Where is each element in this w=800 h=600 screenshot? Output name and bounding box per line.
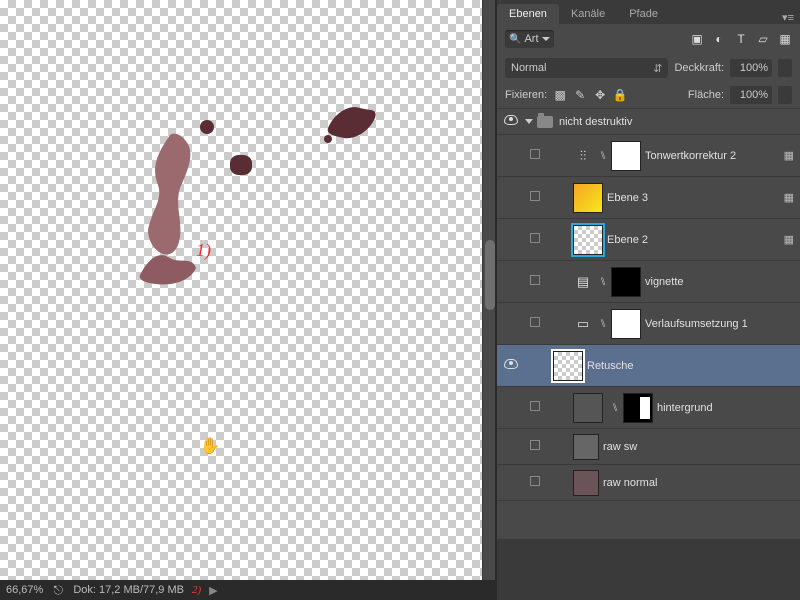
lock-all-icon[interactable]: 🔒 xyxy=(613,88,627,102)
lock-move-icon[interactable]: ✥ xyxy=(593,88,607,102)
levels-icon: ⫶⫶ xyxy=(573,148,593,164)
layer-row[interactable]: ⫶⫶ ⑊ Tonwertkorrektur 2 ▦ xyxy=(497,135,800,177)
visibility-toggle[interactable] xyxy=(525,275,545,288)
advanced-blend-icon[interactable]: ▦ xyxy=(784,149,794,162)
annotation-2: 2) xyxy=(192,584,201,596)
folder-icon xyxy=(537,116,553,128)
panel-footer xyxy=(497,540,800,600)
doc-size: Dok: 17,2 MB/77,9 MB xyxy=(73,584,184,596)
tab-layers[interactable]: Ebenen xyxy=(497,4,559,24)
layers-panel: Ebenen Kanäle Pfade ▾≡ 🔍 Art ▣ ◐ T ▱ ▦ N… xyxy=(496,0,800,600)
advanced-blend-icon[interactable]: ▦ xyxy=(784,191,794,204)
fill-label: Fläche: xyxy=(688,89,724,101)
fill-input[interactable]: 100% xyxy=(730,86,772,104)
link-icon[interactable]: ⑊ xyxy=(609,402,621,414)
layer-thumb[interactable] xyxy=(573,393,603,423)
smart-object-thumb[interactable] xyxy=(573,470,599,496)
search-icon: 🔍 xyxy=(509,34,521,45)
layer-filter-type[interactable]: 🔍 Art xyxy=(505,30,554,48)
opacity-stepper[interactable] xyxy=(778,59,792,77)
vertical-scrollbar[interactable] xyxy=(482,0,496,580)
filter-image-icon[interactable]: ▣ xyxy=(690,32,704,46)
advanced-blend-icon[interactable]: ▦ xyxy=(784,233,794,246)
smart-object-thumb[interactable] xyxy=(573,434,599,460)
visibility-toggle[interactable] xyxy=(525,401,545,414)
opacity-input[interactable]: 100% xyxy=(730,59,772,77)
layer-row-selected[interactable]: Retusche xyxy=(497,345,800,387)
visibility-toggle[interactable] xyxy=(525,440,545,453)
annotation-1: 1) xyxy=(196,240,211,261)
visibility-toggle[interactable] xyxy=(525,317,545,330)
chevron-down-icon xyxy=(542,37,550,41)
layer-group[interactable]: nicht destruktiv xyxy=(497,109,800,135)
visibility-toggle[interactable] xyxy=(497,115,525,128)
mask-thumb[interactable] xyxy=(611,141,641,171)
disclosure-icon[interactable] xyxy=(525,119,533,124)
paint-stroke xyxy=(130,240,200,290)
export-icon[interactable]: ⎋ xyxy=(51,583,65,597)
layer-row[interactable]: ▭ ⑊ Verlaufsumsetzung 1 xyxy=(497,303,800,345)
mask-thumb[interactable] xyxy=(623,393,653,423)
layer-row[interactable]: raw normal xyxy=(497,465,800,501)
blend-mode-select[interactable]: Normal ⇵ xyxy=(505,58,668,78)
visibility-toggle[interactable] xyxy=(525,191,545,204)
layer-thumb[interactable] xyxy=(553,351,583,381)
status-bar: 66,67% ⎋ Dok: 17,2 MB/77,9 MB 2) ▶ xyxy=(0,580,496,600)
panel-menu-icon[interactable]: ▾≡ xyxy=(776,11,800,24)
filter-shape-icon[interactable]: ▱ xyxy=(756,32,770,46)
mask-thumb[interactable] xyxy=(611,309,641,339)
tab-channels[interactable]: Kanäle xyxy=(559,4,617,24)
tab-paths[interactable]: Pfade xyxy=(617,4,670,24)
exposure-icon: ▤ xyxy=(573,274,593,290)
opacity-label: Deckkraft: xyxy=(674,62,724,74)
filter-smart-icon[interactable]: ▦ xyxy=(778,32,792,46)
zoom-level[interactable]: 66,67% xyxy=(6,584,43,596)
lock-label: Fixieren: xyxy=(505,89,547,101)
document-canvas[interactable]: 1) ✋ xyxy=(0,0,496,580)
filter-adjustment-icon[interactable]: ◐ xyxy=(712,32,726,46)
filter-type-icon[interactable]: T xyxy=(734,32,748,46)
hand-cursor-icon: ✋ xyxy=(200,436,220,456)
layer-row[interactable]: Ebene 2 ▦ xyxy=(497,219,800,261)
lock-transparent-icon[interactable]: ▩ xyxy=(553,88,567,102)
link-icon[interactable]: ⑊ xyxy=(597,150,609,162)
visibility-toggle[interactable] xyxy=(497,359,525,372)
fill-stepper[interactable] xyxy=(778,86,792,104)
mask-thumb[interactable] xyxy=(611,267,641,297)
visibility-toggle[interactable] xyxy=(525,149,545,162)
layer-row[interactable]: Ebene 3 ▦ xyxy=(497,177,800,219)
gradient-map-icon: ▭ xyxy=(573,316,593,332)
blend-mode-value: Normal xyxy=(511,62,546,74)
layer-thumb[interactable] xyxy=(573,225,603,255)
link-icon[interactable]: ⑊ xyxy=(597,318,609,330)
layer-thumb[interactable] xyxy=(573,183,603,213)
layer-row[interactable]: ⑊ hintergrund xyxy=(497,387,800,429)
visibility-toggle[interactable] xyxy=(525,476,545,489)
layer-list: nicht destruktiv ⫶⫶ ⑊ Tonwertkorrektur 2… xyxy=(497,108,800,540)
lock-brush-icon[interactable]: ✎ xyxy=(573,88,587,102)
paint-dot xyxy=(200,120,214,134)
link-icon[interactable]: ⑊ xyxy=(597,276,609,288)
paint-stroke xyxy=(320,100,380,145)
visibility-toggle[interactable] xyxy=(525,233,545,246)
layer-row[interactable]: raw sw xyxy=(497,429,800,465)
layer-row[interactable]: ▤ ⑊ vignette xyxy=(497,261,800,303)
paint-dot xyxy=(230,155,252,175)
filter-label: Art xyxy=(524,33,538,45)
